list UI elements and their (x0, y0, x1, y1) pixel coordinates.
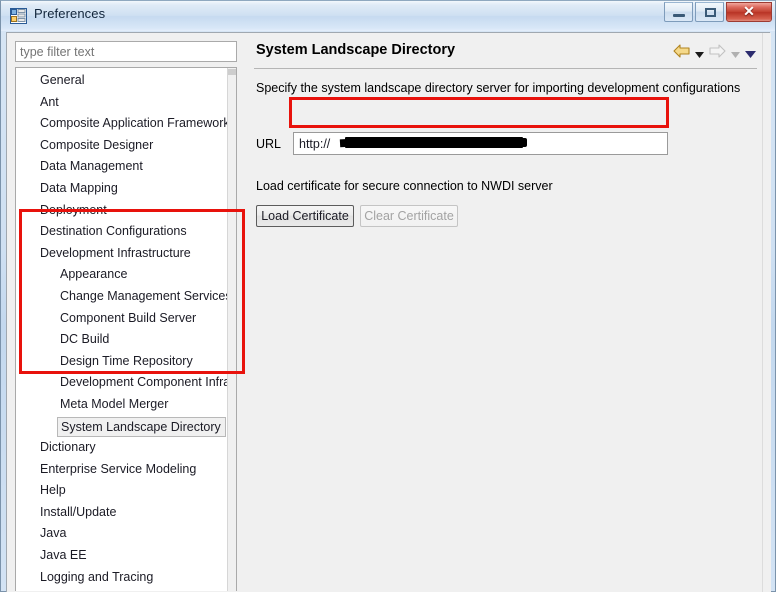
forward-menu-chevron-down-icon (731, 45, 740, 63)
url-input[interactable] (293, 132, 668, 155)
tree-item[interactable]: Java (16, 523, 228, 545)
minimize-icon (673, 14, 685, 17)
tree-item[interactable]: Data Management (16, 156, 228, 178)
window-title: Preferences (34, 6, 106, 21)
tree-item[interactable]: Deployment (16, 200, 228, 222)
preferences-window: Preferences ✕ GeneralAntComposite Applic… (0, 0, 776, 592)
dialog-client-area: GeneralAntComposite Application Framewor… (6, 32, 771, 592)
tree-item[interactable]: Java EE (16, 545, 228, 567)
tree-scrollbar-thumb[interactable] (228, 69, 236, 75)
tree-item[interactable]: Install/Update (16, 502, 228, 524)
clear-certificate-button: Clear Certificate (360, 205, 458, 227)
tree-item[interactable]: General (16, 70, 228, 92)
tree-item[interactable]: Composite Application Framework (16, 113, 230, 135)
tree-items-container: General Ant Composite Application Framewor… (16, 70, 236, 591)
panel-header: System Landscape Directory (254, 39, 757, 69)
tree-item[interactable]: Enterprise Service Modeling (16, 459, 228, 481)
tree-item-selected[interactable]: System Landscape Directory (57, 416, 226, 437)
tree-item[interactable]: Meta Model Merger (16, 394, 228, 416)
certificate-description: Load certificate for secure connection t… (256, 179, 553, 193)
tree-item[interactable]: DC Build (16, 329, 228, 351)
maximize-button[interactable] (695, 2, 724, 22)
tree-item[interactable]: Ant (16, 92, 228, 114)
view-menu-chevron-down-icon[interactable] (745, 45, 756, 63)
page-title: System Landscape Directory (256, 42, 456, 58)
tree-item[interactable]: Dictionary (16, 437, 228, 459)
close-button[interactable]: ✕ (726, 2, 772, 22)
detail-pane-scrollbar[interactable] (762, 33, 771, 592)
title-bar[interactable]: Preferences ✕ (1, 1, 775, 31)
forward-arrow-icon (709, 44, 726, 63)
preferences-icon (10, 8, 27, 24)
tree-item[interactable]: Development Infrastructure (16, 243, 228, 265)
minimize-button[interactable] (664, 2, 693, 22)
panel-nav-icons (673, 44, 756, 63)
tree-scrollbar[interactable] (227, 68, 236, 591)
url-label: URL (256, 137, 282, 151)
tree-item[interactable]: Component Build Server (16, 308, 228, 330)
preferences-tree-pane: GeneralAntComposite Application Framewor… (7, 33, 246, 592)
tree-item[interactable]: Help (16, 480, 228, 502)
page-description: Specify the system landscape directory s… (256, 81, 741, 95)
detail-pane: System Landscape Directory Specify the s… (246, 33, 771, 592)
load-certificate-button[interactable]: Load Certificate (256, 205, 354, 227)
tree-item[interactable]: Appearance (16, 264, 228, 286)
preferences-tree[interactable]: General Ant Composite Application Framewor… (15, 67, 237, 591)
tree-item[interactable]: Destination Configurations (16, 221, 228, 243)
tree-item[interactable]: Development Component Infrast (16, 372, 236, 394)
back-arrow-icon[interactable] (673, 44, 690, 63)
tree-item[interactable]: Data Mapping (16, 178, 228, 200)
tree-item-row[interactable]: System Landscape Directory (16, 416, 228, 438)
tree-item[interactable]: Design Time Repository (16, 351, 228, 373)
tree-item[interactable]: Model Validation (16, 588, 228, 591)
window-controls: ✕ (664, 2, 772, 22)
maximize-icon (705, 8, 716, 17)
close-icon: ✕ (743, 3, 755, 19)
filter-input[interactable] (15, 41, 237, 62)
tree-item[interactable]: Change Management Services (16, 286, 232, 308)
back-menu-chevron-down-icon[interactable] (695, 45, 704, 63)
tree-item[interactable]: Composite Designer (16, 135, 228, 157)
tree-item[interactable]: Logging and Tracing (16, 567, 228, 589)
